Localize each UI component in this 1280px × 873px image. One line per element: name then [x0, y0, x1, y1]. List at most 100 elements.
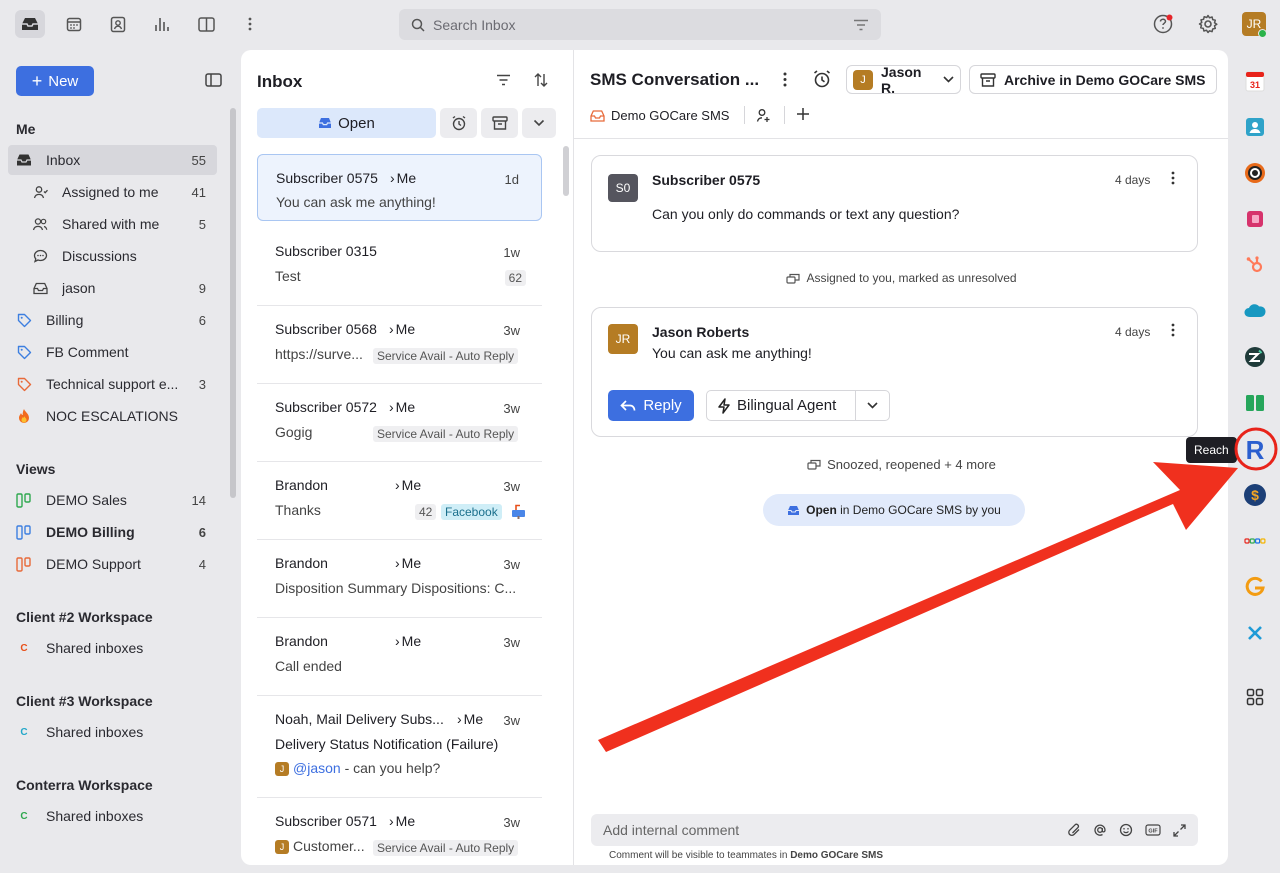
copper-icon[interactable] [1242, 160, 1268, 186]
sidebar-item-discussions[interactable]: Discussions [8, 241, 217, 271]
discussion-icon [30, 249, 50, 263]
chevron-down-icon[interactable] [867, 402, 878, 409]
contacts-icon[interactable] [103, 10, 133, 38]
collapse-sidebar-icon[interactable] [205, 73, 222, 87]
columns-icon[interactable] [191, 10, 221, 38]
filter-icon[interactable] [853, 19, 869, 31]
g-app-icon[interactable] [1242, 574, 1268, 600]
message-more-icon[interactable] [1171, 171, 1175, 185]
x-app-icon[interactable] [1242, 620, 1268, 646]
comment-input[interactable]: Add internal comment GIF [591, 814, 1198, 846]
chevron-right-icon: › [389, 321, 394, 337]
assignee-dropdown[interactable]: J Jason R. [846, 64, 961, 96]
reach-icon[interactable]: R [1242, 435, 1268, 465]
snooze-icon[interactable] [812, 69, 832, 89]
sidebar-item-shared-with-me[interactable]: Shared with me 5 [8, 209, 217, 239]
settings-icon[interactable] [1197, 13, 1219, 35]
inbox-chip[interactable]: Demo GOCare SMS [590, 108, 729, 123]
attachment-icon[interactable] [1067, 823, 1081, 837]
sidebar-item-label: DEMO Sales [46, 492, 127, 508]
ai-agent-button[interactable]: Bilingual Agent [706, 390, 890, 421]
sidebar-view-demo-support[interactable]: DEMO Support 4 [8, 549, 217, 579]
view-icon [14, 492, 34, 508]
chevron-right-icon: › [389, 399, 394, 415]
row-sender: Brandon [275, 555, 328, 571]
sidebar-item-billing[interactable]: Billing 6 [8, 305, 217, 335]
conversation-row[interactable]: Subscriber 0575 › Me 1d You can ask me an… [257, 154, 542, 221]
snoozed-filter-button[interactable] [440, 108, 477, 138]
archive-button[interactable]: Archive in Demo GOCare SMS [969, 65, 1217, 94]
emoji-icon[interactable] [1119, 823, 1133, 837]
add-participant-icon[interactable] [756, 108, 772, 123]
new-button[interactable]: + New [16, 66, 94, 96]
sidebar-view-demo-billing[interactable]: DEMO Billing 6 [8, 517, 217, 547]
search-input[interactable]: Search Inbox [399, 9, 881, 40]
row-recipient-name: Me [395, 399, 416, 415]
sidebar-item-jason[interactable]: jason 9 [8, 273, 217, 303]
message-more-icon[interactable] [1171, 323, 1175, 337]
contact-card-icon[interactable] [1242, 114, 1268, 140]
sidebar-item-label: DEMO Support [46, 556, 141, 572]
sender-avatar: S0 [608, 174, 638, 202]
row-preview: Thanks [275, 502, 321, 518]
salesforce-icon[interactable] [1242, 298, 1268, 324]
calendar-day: 31 [1250, 80, 1260, 90]
tag-icon [14, 345, 34, 360]
conversation-row[interactable]: Subscriber 0315 1w Test 62 [257, 228, 542, 306]
conversation-row[interactable]: Noah, Mail Delivery Subs... › Me 3w Deliv… [257, 696, 542, 798]
pink-app-icon[interactable] [1242, 206, 1268, 232]
gif-icon[interactable]: GIF [1145, 824, 1161, 836]
archived-filter-button[interactable] [481, 108, 518, 138]
green-book-icon[interactable] [1242, 390, 1268, 416]
event-snoozed[interactable]: Snoozed, reopened + 4 more [574, 457, 1228, 472]
filter-icon[interactable] [496, 74, 511, 86]
conversation-row[interactable]: Brandon › Me 3w Disposition Summary Dispo… [257, 540, 542, 618]
event-text: Snoozed, reopened + 4 more [827, 457, 996, 472]
calendar-icon[interactable] [59, 10, 89, 38]
zendesk-icon[interactable] [1242, 344, 1268, 370]
workspace-shared-inboxes[interactable]: C Shared inboxes [8, 717, 217, 747]
more-icon[interactable] [235, 10, 265, 38]
sidebar-item-noc-escalations[interactable]: NOC ESCALATIONS [8, 401, 217, 431]
dollar-app-icon[interactable]: $ [1242, 482, 1268, 508]
row-recipient-name: Me [396, 170, 417, 186]
analytics-icon[interactable] [147, 10, 177, 38]
row-tag: Service Avail - Auto Reply [373, 840, 519, 856]
zoho-icon[interactable] [1242, 528, 1268, 554]
help-icon[interactable] [1152, 13, 1174, 35]
conversation-row[interactable]: Subscriber 0571 › Me 3w J Customer... Ser… [257, 798, 542, 865]
inbox-icon[interactable] [15, 10, 45, 38]
sort-icon[interactable] [534, 73, 548, 87]
sidebar-view-demo-sales[interactable]: DEMO Sales 14 [8, 485, 217, 515]
conversation-row[interactable]: Brandon › Me 3w Thanks 42 Facebook [257, 462, 542, 540]
sidebar-scrollbar[interactable] [230, 108, 236, 498]
mention-icon[interactable] [1093, 823, 1107, 837]
expand-icon[interactable] [1173, 823, 1186, 837]
row-recipient: › Me [390, 170, 416, 186]
message-body: Can you only do commands or text any que… [652, 206, 960, 222]
conversation-row[interactable]: Brandon › Me 3w Call ended [257, 618, 542, 696]
workspace-shared-inboxes[interactable]: C Shared inboxes [8, 801, 217, 831]
reply-button[interactable]: Reply [608, 390, 694, 421]
sidebar-item-assigned-to-me[interactable]: Assigned to me 41 [8, 177, 217, 207]
row-time: 3w [503, 401, 520, 416]
add-tag-icon[interactable] [796, 107, 810, 121]
google-calendar-icon[interactable]: 31 [1242, 68, 1268, 94]
hubspot-icon[interactable] [1242, 252, 1268, 278]
conversation-row[interactable]: Subscriber 0568 › Me 3w https://surve... … [257, 306, 542, 384]
message-count-badge: 42 [415, 504, 437, 520]
row-tag: Service Avail - Auto Reply [373, 348, 519, 364]
divider [784, 106, 785, 124]
workspace-shared-inboxes[interactable]: C Shared inboxes [8, 633, 217, 663]
more-icon[interactable] [783, 72, 787, 87]
conversation-row[interactable]: Subscriber 0572 › Me 3w Gogig Service Ava… [257, 384, 542, 462]
sidebar-item-inbox[interactable]: Inbox 55 [8, 145, 217, 175]
apps-grid-icon[interactable] [1242, 684, 1268, 710]
open-filter-button[interactable]: Open [257, 108, 436, 138]
more-filters-dropdown[interactable] [522, 108, 556, 138]
sidebar-item-fb-comment[interactable]: FB Comment [8, 337, 217, 367]
alarm-icon [451, 115, 467, 131]
assignee-avatar: J [275, 840, 289, 854]
sidebar-item-technical-support[interactable]: Technical support e... 3 [8, 369, 217, 399]
list-scrollbar[interactable] [563, 146, 569, 196]
